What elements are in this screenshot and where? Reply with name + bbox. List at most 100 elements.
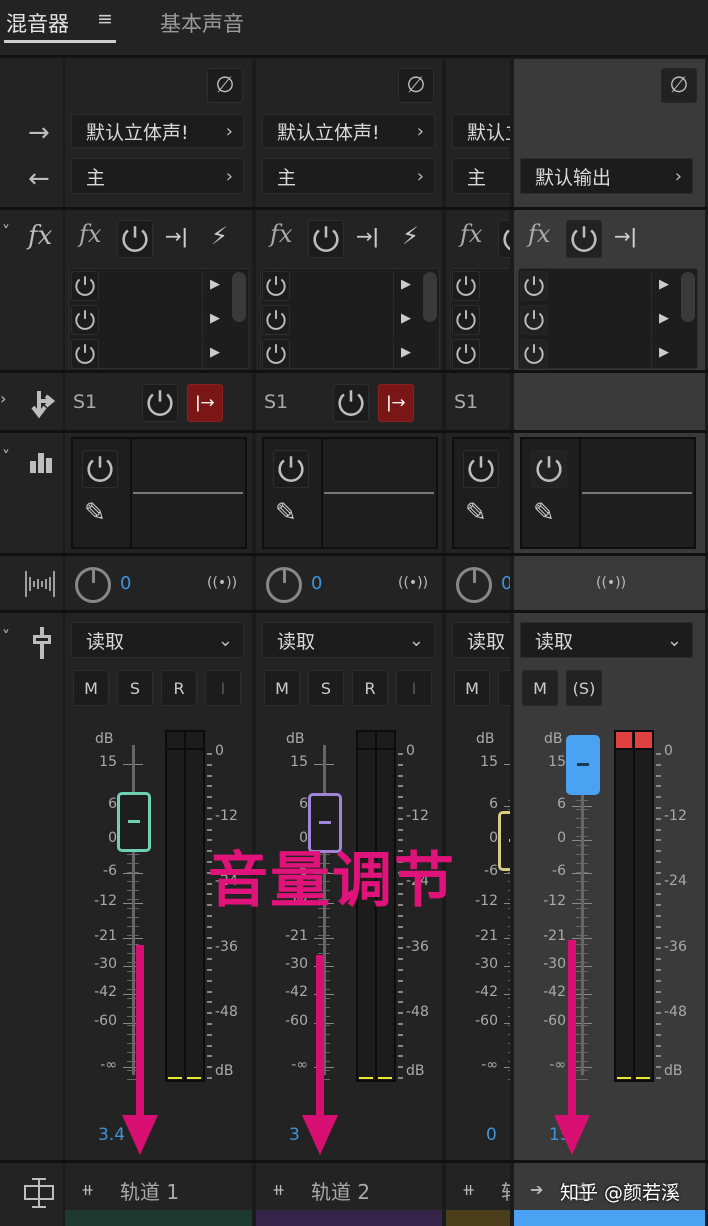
send-pre-post-button[interactable]: ǀ→ — [187, 384, 223, 422]
fx-scrollbar[interactable] — [423, 272, 437, 322]
fx-power-button[interactable] — [117, 220, 153, 258]
send-power-button[interactable] — [142, 384, 178, 422]
fx-slot[interactable]: ▶ — [520, 305, 678, 337]
eq-pencil-icon[interactable]: ✎ — [275, 498, 297, 528]
phase-invert-button[interactable]: ∅ — [661, 68, 697, 103]
button-i[interactable]: I — [396, 670, 432, 706]
fx-scrollbar[interactable] — [681, 272, 695, 322]
pan-value[interactable]: 0 — [120, 573, 131, 594]
track-name[interactable]: 轨道 1 — [120, 1176, 179, 1205]
automation-mode-dropdown[interactable]: 读取⌄ — [452, 622, 510, 658]
phase-invert-button[interactable]: ∅ — [207, 68, 243, 103]
fx-slot[interactable]: ▶ — [262, 305, 420, 337]
fx-slot-arrow-icon[interactable]: ▶ — [401, 311, 411, 326]
fx-slot[interactable]: ▶ — [452, 339, 510, 371]
output-routing-dropdown[interactable]: 默认输出 › — [520, 158, 693, 194]
fx-slot[interactable]: ▶ — [71, 271, 229, 303]
fx-slot-arrow-icon[interactable]: ▶ — [210, 311, 220, 326]
fx-slot[interactable]: ▶ — [452, 271, 510, 303]
button-m[interactable]: M — [73, 670, 109, 706]
fx-slot-arrow-icon[interactable]: ▶ — [659, 311, 669, 326]
stereo-icon[interactable]: ((•)) — [398, 575, 428, 591]
pan-value[interactable]: 0 — [501, 573, 510, 594]
volume-value[interactable]: 3.4 — [98, 1125, 125, 1145]
fx-slot-power-button[interactable] — [520, 305, 548, 335]
pan-value[interactable]: 0 — [311, 573, 322, 594]
fx-slot-power-button[interactable] — [262, 305, 290, 335]
automation-mode-dropdown[interactable]: 读取⌄ — [520, 622, 693, 658]
fx-scrollbar[interactable] — [232, 272, 246, 322]
fx-slot-arrow-icon[interactable]: ▶ — [659, 345, 669, 360]
volume-value[interactable]: 3 — [289, 1125, 300, 1145]
send-pre-post-button[interactable]: ǀ→ — [378, 384, 414, 422]
button-i[interactable]: I — [205, 670, 241, 706]
fx-pre-post-icon[interactable]: →ǀ — [356, 224, 379, 248]
input-routing-dropdown[interactable]: 主› — [262, 158, 435, 194]
fx-slot-power-button[interactable] — [452, 271, 480, 301]
button-m[interactable]: M — [264, 670, 300, 706]
stereo-icon[interactable]: ((•)) — [207, 575, 237, 591]
eq-power-button[interactable] — [273, 450, 309, 488]
eq-power-button[interactable] — [82, 450, 118, 488]
fx-slot-arrow-icon[interactable]: ▶ — [401, 345, 411, 360]
output-routing-dropdown[interactable]: 默认立体声!› — [262, 114, 435, 148]
fx-slot-power-button[interactable] — [520, 271, 548, 301]
fx-pre-post-icon[interactable]: →ǀ — [165, 224, 188, 248]
fx-slot[interactable]: ▶ — [520, 271, 678, 303]
volume-fader-knob[interactable] — [117, 791, 151, 852]
button-m[interactable]: M — [522, 670, 558, 706]
button-s[interactable]: S — [498, 670, 510, 706]
volume-value[interactable]: 0 — [486, 1125, 497, 1145]
fx-slot[interactable]: ▶ — [520, 339, 678, 371]
fx-power-button[interactable] — [566, 220, 602, 258]
fx-lightning-icon[interactable]: ⚡ — [211, 222, 228, 250]
fx-slot-power-button[interactable] — [71, 271, 99, 301]
send-power-button[interactable] — [333, 384, 369, 422]
eq-power-button[interactable] — [463, 450, 499, 488]
button-r[interactable]: R — [161, 670, 197, 706]
input-routing-dropdown[interactable]: 主› — [452, 158, 510, 194]
tab-mixer[interactable]: 混音器 — [6, 8, 69, 38]
track-name[interactable]: 轨道 2 — [311, 1176, 370, 1205]
hamburger-icon[interactable]: ≡ — [97, 8, 113, 30]
output-routing-dropdown[interactable]: 默认立体声!› — [452, 114, 510, 148]
eq-pencil-icon[interactable]: ✎ — [84, 498, 106, 528]
fx-slot-power-button[interactable] — [452, 305, 480, 335]
fx-power-button[interactable] — [498, 220, 510, 258]
eq-power-button[interactable] — [531, 450, 567, 488]
button-m[interactable]: M — [454, 670, 490, 706]
track-name[interactable]: 轨道 3 — [501, 1176, 510, 1205]
button-s[interactable]: S — [117, 670, 153, 706]
volume-fader-knob[interactable] — [566, 735, 600, 795]
eq-pencil-icon[interactable]: ✎ — [533, 498, 555, 528]
fx-pre-post-icon[interactable]: →ǀ — [614, 224, 637, 248]
fx-slot[interactable]: ▶ — [452, 305, 510, 337]
button-r[interactable]: R — [352, 670, 388, 706]
fx-slot[interactable]: ▶ — [262, 271, 420, 303]
fx-power-button[interactable] — [308, 220, 344, 258]
volume-fader-knob[interactable] — [498, 811, 510, 871]
phase-invert-button[interactable]: ∅ — [398, 68, 434, 103]
fx-slot-power-button[interactable] — [262, 339, 290, 369]
fx-slot[interactable]: ▶ — [71, 339, 229, 371]
sends-expand-chevron-icon[interactable]: › — [0, 389, 6, 408]
output-routing-dropdown[interactable]: 默认立体声!› — [71, 114, 244, 148]
fx-collapse-chevron-icon[interactable]: ˅ — [2, 222, 10, 241]
fx-slot-arrow-icon[interactable]: ▶ — [210, 345, 220, 360]
fx-slot-power-button[interactable] — [71, 305, 99, 335]
fx-slot-arrow-icon[interactable]: ▶ — [659, 277, 669, 292]
fx-slot-power-button[interactable] — [520, 339, 548, 369]
volume-collapse-chevron-icon[interactable]: ˅ — [2, 627, 10, 646]
fx-lightning-icon[interactable]: ⚡ — [402, 222, 419, 250]
eq-collapse-chevron-icon[interactable]: ˅ — [2, 447, 10, 466]
automation-mode-dropdown[interactable]: 读取⌄ — [71, 622, 244, 658]
eq-pencil-icon[interactable]: ✎ — [465, 498, 487, 528]
fx-slot-power-button[interactable] — [452, 339, 480, 369]
button-s[interactable]: (S) — [566, 670, 602, 706]
fx-slot-power-button[interactable] — [262, 271, 290, 301]
fx-slot-arrow-icon[interactable]: ▶ — [401, 277, 411, 292]
input-routing-dropdown[interactable]: 主› — [71, 158, 244, 194]
fx-slot-arrow-icon[interactable]: ▶ — [210, 277, 220, 292]
fx-slot-power-button[interactable] — [71, 339, 99, 369]
fx-slot[interactable]: ▶ — [262, 339, 420, 371]
